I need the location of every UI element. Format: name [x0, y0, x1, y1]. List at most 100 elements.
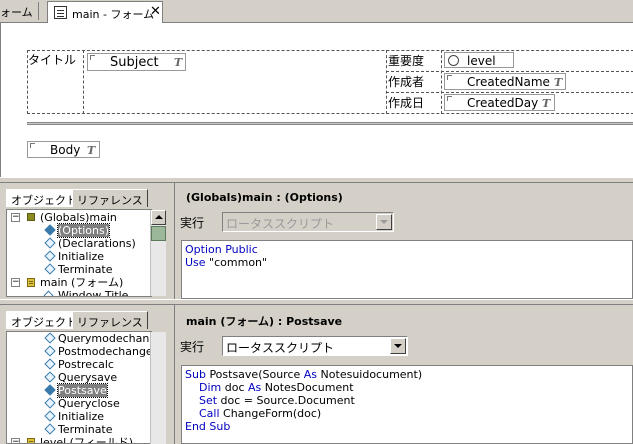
code-line: Call ChangeForm(doc)	[185, 407, 321, 420]
subject-field[interactable]: Subject T	[87, 53, 186, 71]
tree-item-label: Querymodechange	[58, 332, 151, 345]
body-field[interactable]: Body T	[27, 141, 100, 158]
form-icon	[54, 6, 67, 19]
code-text: doc	[224, 381, 248, 394]
script-icon	[45, 225, 53, 235]
collapse-icon[interactable]: −	[11, 213, 20, 222]
horizontal-rule	[27, 122, 633, 125]
tree-item[interactable]: Postsave	[7, 383, 151, 398]
tab-objects[interactable]: オブジェクト	[6, 189, 82, 207]
script-icon	[45, 424, 53, 434]
table-divider	[441, 50, 442, 114]
tree-item[interactable]: Postmodechange	[7, 345, 152, 358]
scroll-up-button[interactable]	[151, 210, 166, 225]
tree-item[interactable]: Initialize	[7, 250, 151, 263]
level-field[interactable]: level	[444, 52, 514, 68]
tab-label: main - フォーム	[72, 8, 155, 21]
globals-square-icon	[27, 213, 35, 221]
tab-reference[interactable]: リファレンス	[72, 311, 148, 329]
object-browser-panel-2: オブジェクト リファレンス QuerymodechangePostmodecha…	[0, 305, 175, 444]
tree-item[interactable]: (Options)	[7, 223, 151, 238]
tree-scrollbar[interactable]	[150, 332, 166, 444]
tree-item[interactable]: Querymodechange	[7, 332, 151, 345]
tree-item-label: Queryclose	[58, 397, 120, 410]
tree-item[interactable]: Terminate	[7, 263, 151, 276]
run-label: 実行	[180, 216, 205, 230]
tree-item[interactable]: Initialize	[7, 410, 151, 423]
editor-tab-bar: ォーム main - フォーム ✕	[0, 0, 633, 23]
chevron-down-icon[interactable]	[390, 338, 406, 354]
script-icon	[45, 398, 53, 408]
created-day-field[interactable]: CreatedDay T	[444, 94, 555, 111]
collapse-icon[interactable]: −	[11, 278, 20, 287]
script-icon	[45, 411, 53, 421]
field-corner-icon	[90, 55, 95, 60]
script-icon	[45, 385, 53, 395]
tree-item-label: Postmodechange	[58, 345, 152, 358]
object-browser-panel-1: オブジェクト リファレンス − (Globals)main (Options) (De…	[0, 183, 175, 299]
tab-objects[interactable]: オブジェクト	[6, 311, 82, 329]
code-keyword: Use	[185, 256, 210, 269]
tree-item-label: Postrecalc	[58, 358, 114, 371]
code-keyword: As	[248, 381, 265, 394]
object-tree[interactable]: − (Globals)main (Options) (Declarations) Ini…	[6, 209, 152, 297]
tree-item[interactable]: Querysave	[7, 371, 151, 384]
tree-item-label: Postsave	[57, 383, 108, 398]
table-divider	[83, 50, 84, 114]
code-keyword: End Sub	[185, 420, 231, 433]
code-text: "common"	[209, 256, 268, 269]
code-keyword: Sub	[185, 368, 210, 381]
tree-item[interactable]: (Declarations)	[7, 237, 151, 250]
tree-item-label: main (フォーム)	[40, 276, 124, 289]
formula-icon	[43, 290, 54, 296]
tree-scrollbar[interactable]	[150, 210, 166, 296]
tree-item[interactable]: − level (フィールド)	[7, 436, 151, 443]
collapse-icon[interactable]: −	[11, 438, 20, 443]
scroll-thumb[interactable]	[151, 226, 166, 241]
form-icon	[27, 438, 35, 443]
tree-item[interactable]: Postrecalc	[7, 358, 151, 371]
script-icon	[45, 264, 53, 274]
created-name-field[interactable]: CreatedName T	[444, 73, 566, 90]
code-text: ChangeForm(doc)	[223, 407, 322, 420]
code-keyword: As	[303, 368, 321, 381]
code-line: Option Public	[185, 243, 258, 256]
tab-main-form[interactable]: main - フォーム ✕	[47, 1, 163, 23]
tab-reference[interactable]: リファレンス	[72, 189, 148, 207]
date-label: 作成日	[388, 96, 425, 110]
script-icon	[45, 251, 53, 261]
tab-previous-form[interactable]: ォーム	[0, 4, 33, 20]
tree-item-label: Initialize	[58, 250, 105, 263]
rich-text-field-icon: T	[87, 144, 96, 157]
tree-item-label: (Declarations)	[58, 237, 136, 250]
field-corner-icon	[30, 143, 35, 148]
script-icon	[45, 238, 53, 248]
code-editor[interactable]: Option Public Use "common"	[181, 240, 633, 299]
form-design-canvas[interactable]: タイトル Subject T 重要度 level 作成者 CreatedName…	[0, 23, 633, 177]
tree-item[interactable]: Terminate	[7, 423, 151, 436]
tree-item[interactable]: − main (フォーム)	[7, 276, 151, 289]
radio-icon	[448, 55, 459, 66]
run-label: 実行	[180, 340, 205, 354]
text-field-icon: T	[174, 56, 183, 69]
tree-item-label: (Globals)main	[40, 211, 117, 224]
close-icon[interactable]: ✕	[150, 4, 161, 19]
table-divider	[386, 71, 633, 72]
code-line: Use "common"	[185, 256, 267, 269]
language-select[interactable]: ロータススクリプト	[222, 336, 408, 356]
script-title: (Globals)main : (Options)	[186, 191, 343, 204]
author-label: 作成者	[388, 75, 425, 89]
language-value: ロータススクリプト	[226, 341, 335, 355]
code-editor[interactable]: Sub Postsave(Source As Notesuidocument) …	[181, 365, 633, 444]
script-icon	[45, 346, 53, 356]
tree-item[interactable]: Window Title	[7, 289, 151, 296]
code-keyword: Dim	[185, 381, 225, 394]
code-line: End Sub	[185, 420, 230, 433]
tree-item[interactable]: Queryclose	[7, 397, 151, 410]
object-tree[interactable]: QuerymodechangePostmodechangePostrecalcQ…	[6, 331, 152, 444]
tree-item-label: Terminate	[58, 263, 113, 276]
tree-item-label: Initialize	[58, 410, 105, 423]
field-corner-icon	[447, 75, 452, 80]
field-name: CreatedName	[467, 75, 550, 89]
tree-item[interactable]: − (Globals)main	[7, 211, 151, 224]
